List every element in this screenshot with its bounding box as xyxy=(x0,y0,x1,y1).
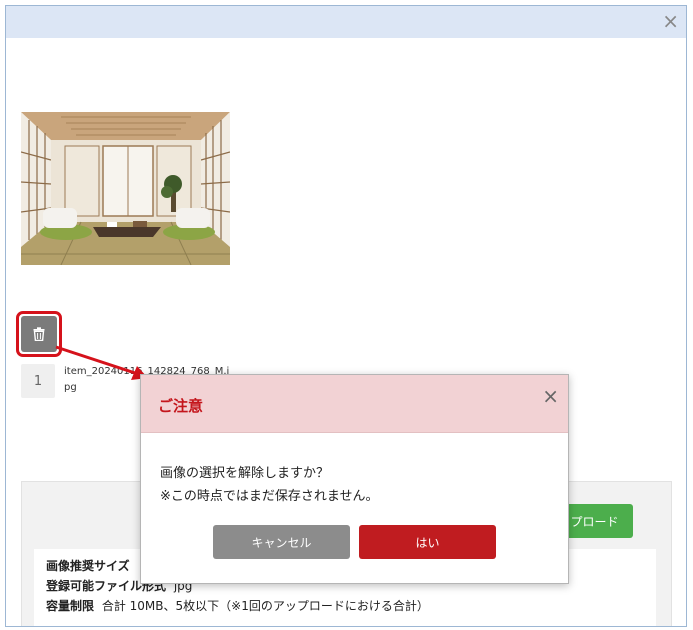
confirm-dialog: ご注意 × 画像の選択を解除しますか？ ※この時点ではまだ保存されません。 キャ… xyxy=(140,374,569,584)
modal-header: × xyxy=(6,6,686,38)
trash-icon xyxy=(33,327,45,341)
close-icon[interactable]: × xyxy=(662,10,679,32)
cancel-button[interactable]: キャンセル xyxy=(213,525,350,559)
capacity-value: 合計 10MB、5枚以下（※1回のアップロードにおける合計） xyxy=(101,599,429,613)
yes-button[interactable]: はい xyxy=(359,525,496,559)
dialog-title: ご注意 xyxy=(158,397,204,415)
dialog-message-line1: 画像の選択を解除しますか？ xyxy=(160,466,330,481)
image-index-badge: 1 xyxy=(21,364,55,398)
dialog-message-line2: ※この時点ではまだ保存されません。 xyxy=(160,489,379,504)
delete-image-button[interactable] xyxy=(21,316,57,352)
capacity-label: 容量制限 xyxy=(46,599,95,613)
recommended-size-row: 画像推奨サイズ xyxy=(46,557,134,574)
recommended-size-label: 画像推奨サイズ xyxy=(46,559,130,573)
close-icon[interactable]: × xyxy=(542,385,559,407)
dialog-header: ご注意 × xyxy=(141,375,568,433)
capacity-row: 容量制限 合計 10MB、5枚以下（※1回のアップロードにおける合計） xyxy=(46,597,429,614)
room-photo-thumbnail xyxy=(21,112,230,265)
